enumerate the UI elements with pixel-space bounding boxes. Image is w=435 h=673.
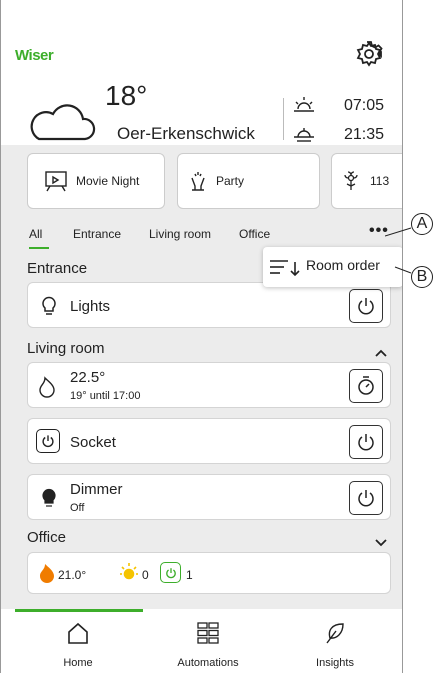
gear-icon[interactable] (355, 40, 383, 68)
power-button[interactable] (349, 289, 383, 323)
flower-icon (340, 170, 362, 192)
tab-entrance[interactable]: Entrance (73, 227, 121, 241)
office-summary[interactable]: 21.0° 0 1 (27, 552, 391, 594)
chevron-down-icon[interactable] (374, 535, 388, 553)
room-order-label: Room order (306, 257, 380, 273)
timer-button[interactable] (349, 369, 383, 403)
device-thermostat[interactable]: 22.5° 19° until 17:00 (27, 362, 391, 408)
current-temperature: 18° (105, 80, 148, 111)
room-tabs: All Entrance Living room Office ••• (1, 220, 402, 250)
device-label: Dimmer (70, 481, 123, 498)
nav-insights[interactable]: Insights (268, 609, 402, 673)
bottom-navigation: Home Automations Insights (1, 609, 402, 673)
scene-label: Party (216, 174, 245, 188)
power-icon (358, 434, 374, 451)
device-dimmer[interactable]: Dimmer Off (27, 474, 391, 520)
flame-icon (36, 375, 58, 404)
thermostat-schedule: 19° until 17:00 (70, 390, 141, 402)
city-name: Oer-Erkenschwick (117, 124, 255, 143)
socket-icon (36, 429, 60, 453)
scene-party[interactable]: Party (177, 153, 320, 209)
wiser-logo: Wiser (15, 47, 54, 64)
device-label: Lights (70, 298, 111, 315)
office-sockets-count: 1 (186, 568, 193, 582)
device-label: Socket (70, 434, 116, 451)
movie-night-icon (44, 170, 68, 192)
grid-icon (196, 621, 220, 650)
nav-label: Insights (316, 657, 354, 669)
tab-all[interactable]: All (29, 227, 42, 241)
sun-icon (118, 561, 140, 588)
sunrise-icon (292, 93, 316, 122)
scene-label: 113 (370, 174, 390, 188)
scene-label: Movie Night (76, 174, 140, 188)
sort-icon (268, 256, 302, 281)
orange-flame-icon (38, 562, 56, 587)
office-lights-count: 0 (142, 568, 149, 582)
scene-113[interactable]: 113 (331, 153, 402, 209)
section-living-room: Living room (27, 340, 105, 357)
section-entrance: Entrance (27, 260, 88, 277)
power-icon (358, 490, 374, 507)
active-tab-indicator (29, 247, 49, 249)
nav-label: Home (63, 657, 93, 669)
phone-screen: Wiser 18° Oer-Erkenschwick 07:05 21:35 M… (0, 0, 403, 673)
office-temperature: 21.0° (58, 568, 87, 582)
sunset-time: 21:35 (344, 126, 385, 143)
power-button[interactable] (349, 481, 383, 515)
thermostat-value: 22.5° (70, 369, 106, 386)
chevron-up-icon[interactable] (374, 345, 388, 363)
section-office: Office (27, 529, 66, 546)
scene-row: Movie Night Party 113 (1, 145, 402, 220)
power-button[interactable] (349, 425, 383, 459)
home-icon (66, 621, 90, 650)
timer-icon (358, 376, 374, 395)
room-order-menu[interactable]: Room order (263, 247, 402, 287)
nav-label: Automations (177, 657, 239, 669)
sunrise-time: 07:05 (344, 97, 385, 114)
dimmer-status: Off (70, 502, 85, 514)
tab-office[interactable]: Office (239, 227, 270, 241)
nav-home[interactable]: Home (11, 609, 145, 673)
scene-movie-night[interactable]: Movie Night (27, 153, 165, 209)
callout-a: A (411, 213, 433, 235)
header: Wiser 18° Oer-Erkenschwick 07:05 21:35 (1, 0, 402, 145)
cloud-icon (27, 101, 97, 148)
bulb-icon (40, 294, 58, 323)
dimmer-bulb-icon (40, 486, 58, 515)
leaf-icon (323, 621, 347, 650)
device-lights[interactable]: Lights (27, 282, 391, 328)
nav-automations[interactable]: Automations (141, 609, 275, 673)
party-icon (188, 170, 208, 192)
divider (283, 98, 284, 140)
green-socket-icon (160, 562, 181, 583)
power-icon (358, 298, 374, 315)
callout-b: B (411, 266, 433, 288)
device-socket[interactable]: Socket (27, 418, 391, 464)
tab-living-room[interactable]: Living room (149, 227, 211, 241)
